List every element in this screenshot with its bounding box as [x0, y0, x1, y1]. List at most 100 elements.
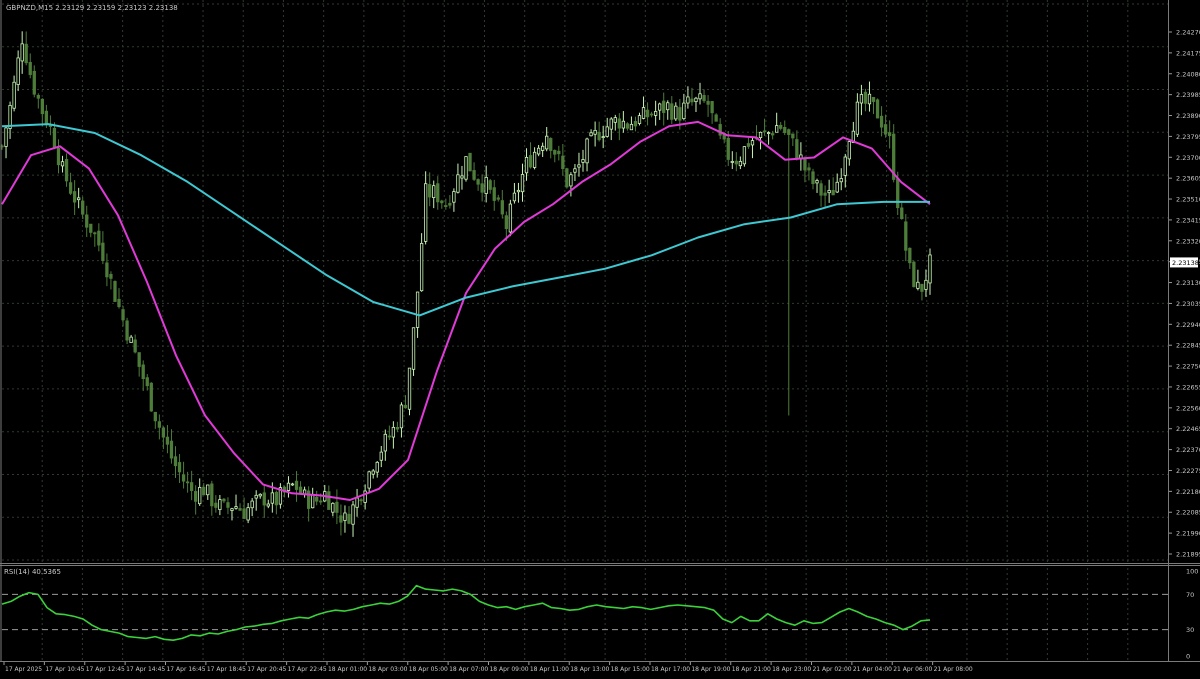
candle-body — [605, 126, 609, 137]
candle-body — [565, 168, 569, 188]
candle-body — [807, 167, 811, 171]
time-tick-label: 21 Apr 08:00 — [934, 666, 973, 673]
candle-body — [68, 182, 73, 194]
price-tick-label: 2.23700 — [1176, 154, 1200, 162]
candle-body — [391, 426, 396, 438]
candle-body — [553, 150, 557, 155]
rsi-tick-label: 100 — [1186, 568, 1198, 576]
candle-body — [500, 200, 504, 215]
candle-body — [875, 99, 880, 119]
price-tick-label: 2.23890 — [1176, 112, 1200, 120]
candle-body — [129, 336, 133, 343]
candle-body — [198, 487, 202, 505]
candle-body — [585, 138, 589, 164]
candle — [565, 167, 569, 189]
candle-body — [387, 435, 391, 438]
candle-body — [206, 484, 210, 496]
candle-body — [218, 499, 222, 510]
candle — [464, 156, 468, 182]
candle-body — [847, 141, 851, 160]
candle — [125, 317, 129, 345]
candle-body — [601, 136, 605, 139]
candle-body — [226, 502, 230, 508]
price-tick-label: 2.23130 — [1176, 279, 1200, 287]
candle-body — [775, 125, 779, 133]
price-tick-label: 2.22940 — [1176, 321, 1200, 329]
candle-body — [835, 181, 839, 193]
candle-body — [924, 279, 928, 290]
candle-body — [581, 159, 585, 163]
candle-body — [633, 120, 638, 127]
candle-body — [783, 126, 787, 133]
candle-body — [93, 232, 97, 235]
candle-body — [286, 482, 291, 491]
time-tick-label: 21 Apr 02:00 — [812, 666, 851, 673]
candle-body — [859, 94, 864, 104]
candle-body — [411, 327, 416, 370]
candle-body — [72, 191, 77, 203]
price-tick-label: 2.21895 — [1176, 551, 1200, 559]
candle-body — [327, 491, 331, 510]
candle-body — [678, 107, 682, 121]
symbol-info-label: GBPNZD,M15 2.23129 2.23159 2.23123 2.231… — [6, 4, 178, 12]
price-tick-label: 2.23320 — [1176, 237, 1200, 245]
candle-body — [250, 500, 254, 509]
time-tick-label: 18 Apr 19:00 — [691, 666, 730, 673]
candle-body — [165, 436, 170, 445]
candle-body — [12, 81, 16, 109]
candle-body — [888, 132, 892, 137]
candle-body — [105, 262, 109, 278]
time-tick-label: 18 Apr 09:00 — [489, 666, 528, 673]
candle-body — [928, 254, 932, 284]
candle-body — [472, 170, 476, 180]
candle-body — [379, 451, 383, 461]
candle-body — [355, 497, 359, 508]
candle-body — [770, 133, 775, 136]
time-tick-label: 17 Apr 18:45 — [207, 666, 246, 673]
price-tick-label: 2.22465 — [1176, 425, 1200, 433]
candle-body — [597, 131, 601, 141]
candle — [407, 367, 412, 416]
candle-body — [202, 486, 206, 496]
price-tick-label: 2.22655 — [1176, 383, 1200, 391]
candle-body — [819, 183, 823, 196]
chart-window[interactable]: 2.24270 2.24175 2.24080 2.23985 2.23890 2.237… — [0, 0, 1200, 675]
candle-body — [811, 171, 815, 185]
candle-body — [145, 377, 149, 387]
candle-body — [44, 110, 49, 126]
candle-body — [617, 118, 621, 129]
candle-body — [4, 127, 8, 147]
chart-canvas[interactable]: 2.24270 2.24175 2.24080 2.23985 2.23890 2.237… — [0, 0, 1200, 675]
price-tick-label: 2.22560 — [1176, 404, 1200, 412]
candle-body — [60, 161, 65, 167]
time-tick-label: 17 Apr 16:45 — [166, 666, 205, 673]
candle-body — [883, 124, 888, 135]
candle-body — [484, 176, 488, 194]
candle-body — [609, 118, 613, 130]
candle-body — [912, 261, 916, 288]
candle-body — [294, 480, 299, 490]
candle-body — [649, 113, 654, 116]
price-tick-label: 2.23415 — [1176, 216, 1200, 224]
candle — [411, 327, 416, 376]
price-tick-label: 2.21990 — [1176, 530, 1200, 538]
candle-body — [867, 93, 872, 105]
candle-body — [210, 483, 214, 507]
candle-body — [787, 129, 791, 135]
candle-body — [528, 155, 533, 168]
candle-body — [383, 433, 387, 452]
candle-body — [141, 364, 145, 380]
candle-body — [109, 273, 113, 279]
candle-body — [274, 491, 279, 506]
candle-body — [496, 197, 500, 200]
candle — [875, 98, 880, 119]
candle-body — [516, 189, 521, 193]
candle-body — [89, 223, 93, 233]
price-tick-label: 2.24175 — [1176, 49, 1200, 57]
rsi-tick-label: 30 — [1186, 626, 1194, 634]
time-tick-label: 18 Apr 23:00 — [772, 666, 811, 673]
candle-body — [20, 43, 24, 62]
price-tick-label: 2.24080 — [1176, 70, 1200, 78]
candle-body — [831, 190, 835, 196]
candle-body — [331, 502, 335, 513]
